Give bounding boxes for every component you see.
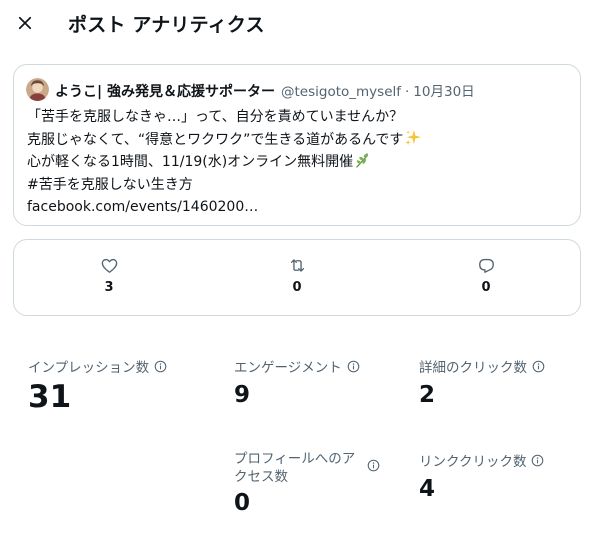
link-clicks-metric: リンククリック数 4 xyxy=(419,450,544,502)
replies-stat[interactable]: 0 xyxy=(466,256,506,295)
engagement-card: 3 0 0 xyxy=(13,239,581,316)
post-text: 「苦手を克服しなきゃ…」って、自分を責めていませんか？ 克服じゃなくて、“得意と… xyxy=(27,106,422,219)
post-link[interactable]: facebook.com/events/1460200… xyxy=(27,196,422,219)
author-row: ようこ| 強み発見＆応援サポーター @tesigoto_myself · 10月… xyxy=(55,80,475,101)
detail-clicks-label-row: 詳細のクリック数 xyxy=(419,356,545,376)
engagements-label-row: エンゲージメント xyxy=(234,356,360,376)
post-date[interactable]: 10月30日 xyxy=(413,80,474,100)
repost-icon xyxy=(290,259,304,272)
page-title: ポスト アナリティクス xyxy=(68,14,265,36)
link-clicks-label: リンククリック数 xyxy=(419,454,527,470)
info-icon[interactable] xyxy=(531,454,544,467)
post-line-text: 克服じゃなくて、“得意とワクワク”で生きる道があるんです xyxy=(27,131,404,148)
engagements-metric: エンゲージメント 9 xyxy=(234,356,360,408)
profile-visits-metric: プロフィールへのア クセス数 0 xyxy=(234,450,384,516)
profile-visits-label-line1: プロフィールへのア xyxy=(234,451,356,467)
profile-visits-label: プロフィールへのア クセス数 xyxy=(234,450,384,486)
impressions-metric: インプレッション数 31 xyxy=(28,356,167,415)
profile-visits-value: 0 xyxy=(234,490,251,516)
detail-clicks-metric: 詳細のクリック数 2 xyxy=(419,356,545,408)
info-icon[interactable] xyxy=(347,360,360,373)
reposts-count: 0 xyxy=(292,280,302,295)
sparkles-emoji-icon xyxy=(404,129,422,155)
engagements-label: エンゲージメント xyxy=(234,360,342,376)
detail-clicks-label: 詳細のクリック数 xyxy=(419,360,527,376)
close-icon xyxy=(18,16,32,30)
info-icon[interactable] xyxy=(154,360,167,373)
likes-stat[interactable]: 3 xyxy=(89,256,129,295)
author-handle[interactable]: @tesigoto_myself xyxy=(281,84,401,100)
link-clicks-label-row: リンククリック数 xyxy=(419,450,544,470)
post-line-with-emoji: 克服じゃなくて、“得意とワクワク”で生きる道があるんです xyxy=(27,129,422,152)
impressions-label: インプレッション数 xyxy=(28,360,150,376)
avatar[interactable] xyxy=(26,78,49,101)
engagements-value: 9 xyxy=(234,382,251,408)
hashtag[interactable]: #苦手を克服しない生き方 xyxy=(27,174,422,197)
post-line: 「苦手を克服しなきゃ…」って、自分を責めていませんか？ xyxy=(27,109,404,125)
heart-icon xyxy=(101,258,117,273)
replies-count: 0 xyxy=(481,280,491,295)
info-icon[interactable] xyxy=(367,459,380,472)
detail-clicks-value: 2 xyxy=(419,382,436,408)
close-button[interactable] xyxy=(8,6,42,40)
herb-emoji-icon xyxy=(354,152,371,177)
avatar-image xyxy=(26,78,49,101)
post-card[interactable]: ようこ| 強み発見＆応援サポーター @tesigoto_myself · 10月… xyxy=(13,64,581,226)
post-line-text: 心が軽くなる1時間、11/19(水)オンライン無料開催 xyxy=(27,154,354,170)
reply-icon xyxy=(478,258,494,273)
header: ポスト アナリティクス xyxy=(0,0,595,46)
impressions-label-row: インプレッション数 xyxy=(28,356,167,376)
likes-count: 3 xyxy=(104,280,114,295)
link-clicks-value: 4 xyxy=(419,476,436,502)
post-line-with-emoji: 心が軽くなる1時間、11/19(水)オンライン無料開催 xyxy=(27,151,422,174)
separator-dot: · xyxy=(405,84,410,100)
impressions-value: 31 xyxy=(28,379,72,415)
author-name[interactable]: ようこ| 強み発見＆応援サポーター xyxy=(55,81,275,101)
reposts-stat[interactable]: 0 xyxy=(277,256,317,295)
profile-visits-label-line2: クセス数 xyxy=(234,469,288,485)
info-icon[interactable] xyxy=(532,360,545,373)
